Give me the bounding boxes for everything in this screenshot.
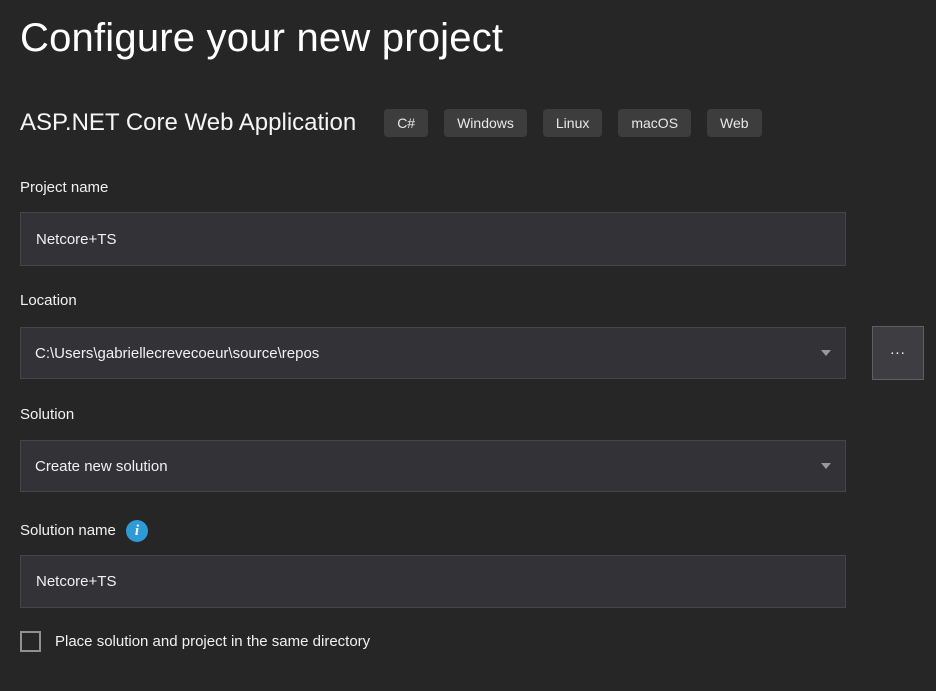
solution-value: Create new solution: [35, 458, 811, 475]
same-directory-checkbox[interactable]: [20, 631, 41, 652]
tag-macos: macOS: [618, 109, 691, 137]
solution-row: Create new solution: [20, 440, 924, 492]
info-icon[interactable]: i: [126, 520, 148, 542]
location-value: C:\Users\gabriellecrevecoeur\source\repo…: [35, 345, 811, 362]
location-combobox[interactable]: C:\Users\gabriellecrevecoeur\source\repo…: [20, 327, 846, 379]
project-name-label: Project name: [20, 178, 924, 198]
template-name: ASP.NET Core Web Application: [20, 109, 356, 137]
browse-button[interactable]: ...: [872, 326, 924, 380]
tag-windows: Windows: [444, 109, 527, 137]
same-directory-row: Place solution and project in the same d…: [20, 631, 924, 652]
location-label: Location: [20, 291, 924, 311]
solution-label: Solution: [20, 405, 924, 425]
tag-csharp: C#: [384, 109, 428, 137]
chevron-down-icon[interactable]: [821, 463, 831, 469]
project-name-input[interactable]: [20, 212, 846, 266]
chevron-down-icon[interactable]: [821, 350, 831, 356]
configure-project-dialog: Configure your new project ASP.NET Core …: [0, 0, 936, 652]
solution-name-label-row: Solution name i: [20, 519, 924, 543]
solution-combobox[interactable]: Create new solution: [20, 440, 846, 492]
solution-name-input[interactable]: [20, 555, 846, 608]
location-row: C:\Users\gabriellecrevecoeur\source\repo…: [20, 326, 924, 380]
page-title: Configure your new project: [20, 12, 924, 64]
tag-web: Web: [707, 109, 762, 137]
same-directory-label: Place solution and project in the same d…: [55, 633, 370, 650]
tag-linux: Linux: [543, 109, 602, 137]
template-row: ASP.NET Core Web Application C# Windows …: [20, 108, 924, 138]
solution-name-label: Solution name: [20, 521, 116, 541]
